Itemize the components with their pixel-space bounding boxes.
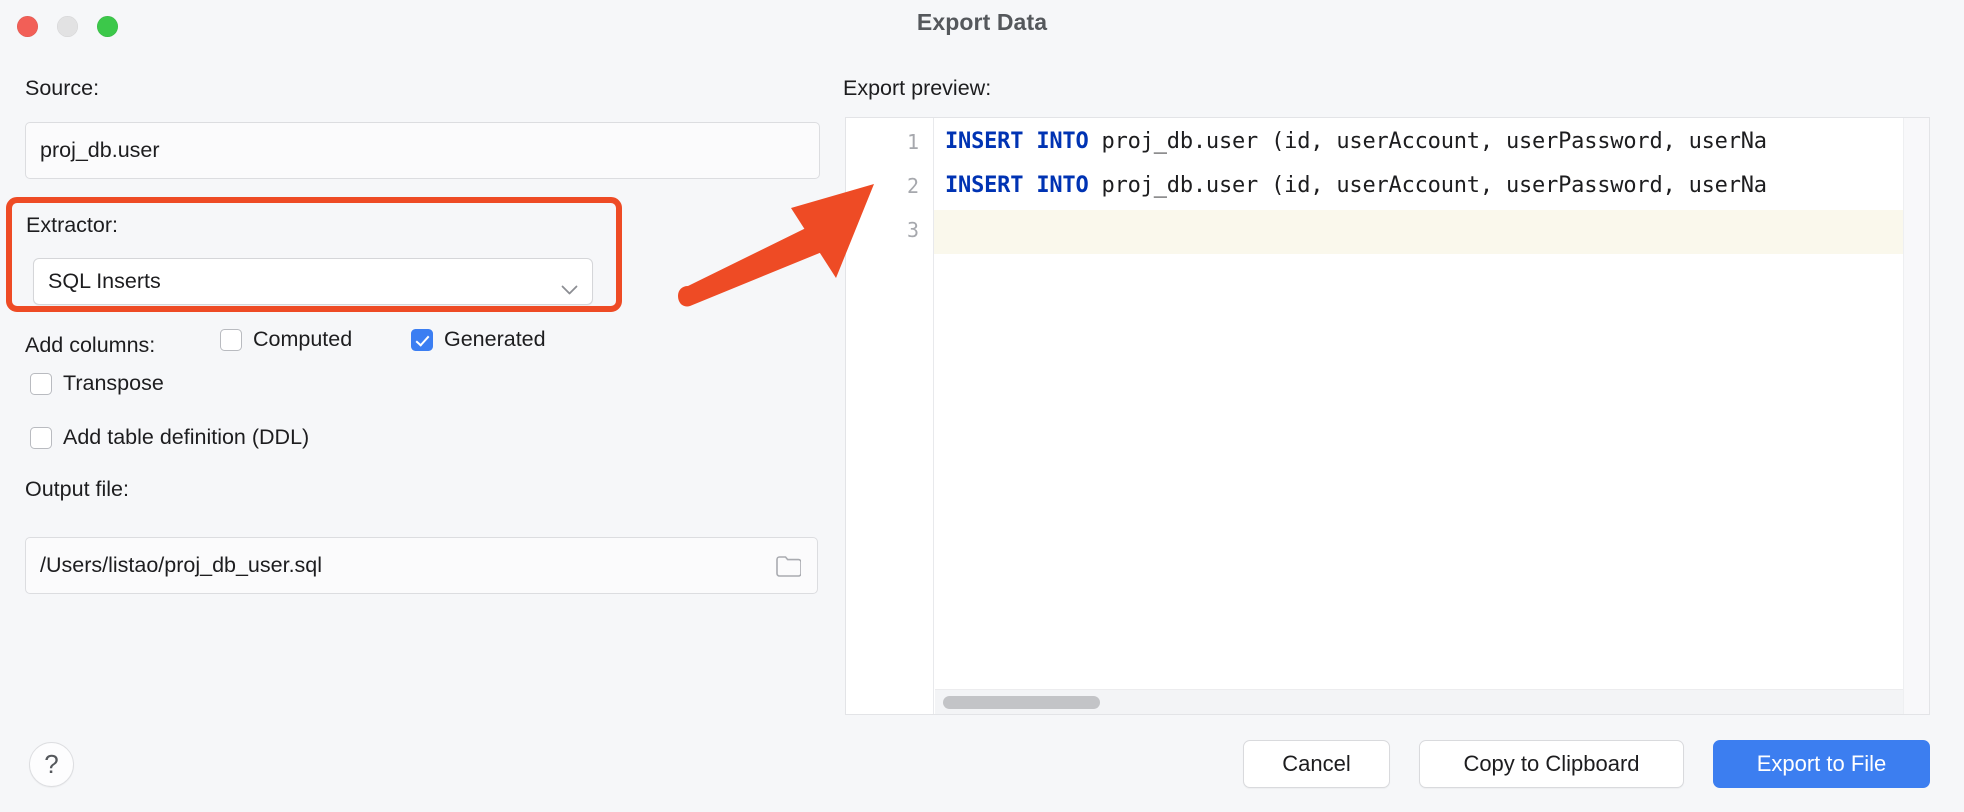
- preview-vertical-scrollbar[interactable]: [1903, 118, 1929, 714]
- extractor-selected-value: SQL Inserts: [48, 269, 161, 293]
- line-number: 1: [906, 130, 919, 154]
- help-button[interactable]: ?: [29, 742, 74, 787]
- window-title: Export Data: [916, 9, 1048, 35]
- line-number-gutter: 1 2 3: [846, 118, 934, 714]
- code-line: INSERT INTO proj_db.user (id, userAccoun…: [945, 120, 1767, 164]
- output-file-label: Output file:: [25, 477, 129, 501]
- preview-horizontal-scrollbar[interactable]: [935, 689, 1903, 714]
- sql-keyword: INSERT INTO: [945, 173, 1089, 198]
- checkbox-computed-label: Computed: [253, 327, 353, 351]
- checkbox-generated[interactable]: Generated: [411, 327, 546, 352]
- checkbox-computed[interactable]: Computed: [220, 327, 352, 352]
- checkbox-add-table-definition-box[interactable]: [30, 426, 52, 449]
- checkbox-generated-box[interactable]: [411, 328, 433, 351]
- checkbox-add-table-definition-label: Add table definition (DDL): [63, 425, 310, 449]
- add-columns-label: Add columns:: [25, 333, 156, 357]
- sql-body: proj_db.user (id, userAccount, userPassw…: [1088, 173, 1768, 198]
- extractor-dropdown[interactable]: SQL Inserts: [33, 258, 593, 305]
- output-file-input[interactable]: /Users/listao/proj_db_user.sql: [25, 537, 818, 594]
- checkbox-computed-box[interactable]: [220, 328, 242, 351]
- checkbox-transpose[interactable]: Transpose: [30, 371, 164, 396]
- code-text-area[interactable]: INSERT INTO proj_db.user (id, userAccoun…: [935, 118, 1929, 714]
- line-number: 2: [906, 174, 919, 198]
- code-line: INSERT INTO proj_db.user (id, userAccoun…: [945, 164, 1767, 208]
- checkbox-transpose-box[interactable]: [30, 372, 52, 395]
- export-data-dialog: Export Data Source: proj_db.user Extract…: [0, 0, 1964, 812]
- source-label: Source:: [25, 76, 100, 100]
- checkbox-transpose-label: Transpose: [63, 371, 164, 395]
- export-preview-label: Export preview:: [843, 76, 992, 100]
- output-file-value: /Users/listao/proj_db_user.sql: [40, 553, 323, 577]
- chevron-down-icon: [561, 276, 578, 294]
- line-number: 3: [906, 218, 919, 242]
- export-preview-panel[interactable]: 1 2 3 INSERT INTO proj_db.user (id, user…: [845, 117, 1930, 715]
- checkbox-add-table-definition[interactable]: Add table definition (DDL): [30, 425, 309, 450]
- sql-keyword: INSERT INTO: [945, 129, 1089, 154]
- folder-icon[interactable]: [775, 555, 802, 577]
- cancel-button[interactable]: Cancel: [1243, 740, 1390, 788]
- sql-body: proj_db.user (id, userAccount, userPassw…: [1088, 129, 1768, 154]
- window-titlebar: Export Data: [0, 0, 1964, 58]
- copy-to-clipboard-button[interactable]: Copy to Clipboard: [1419, 740, 1684, 788]
- source-field[interactable]: proj_db.user: [25, 122, 820, 179]
- export-to-file-button[interactable]: Export to File: [1713, 740, 1930, 788]
- checkbox-generated-label: Generated: [444, 327, 546, 351]
- preview-horizontal-scrollbar-thumb[interactable]: [943, 696, 1100, 709]
- extractor-label: Extractor:: [26, 213, 118, 237]
